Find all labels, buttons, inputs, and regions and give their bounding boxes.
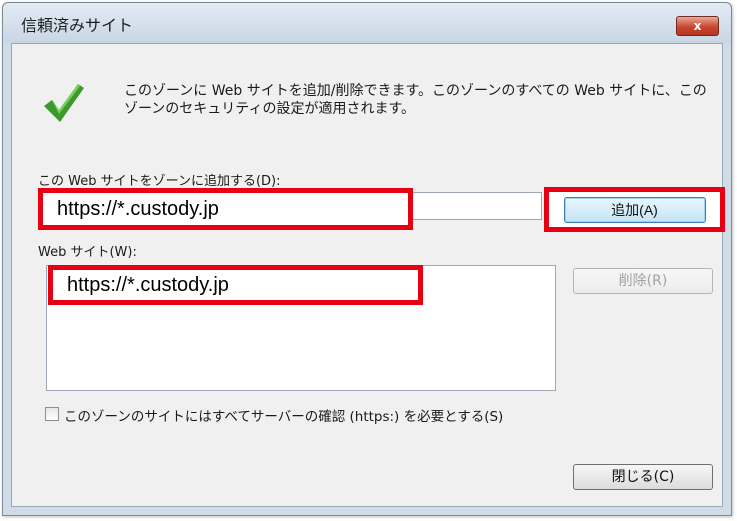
add-site-label: この Web サイトをゾーンに追加する(D): — [38, 174, 281, 189]
web-sites-list-item-text: https://*.custody.jp — [67, 273, 229, 296]
add-button-highlight: 追加(A) — [544, 187, 725, 232]
add-site-input[interactable]: https://*.custody.jp — [38, 188, 413, 230]
add-site-input-value: https://*.custody.jp — [57, 197, 219, 220]
require-https-checkbox[interactable] — [45, 407, 59, 421]
zone-description: このゾーンに Web サイトを追加/削除できます。このゾーンのすべての Web … — [124, 83, 707, 117]
checkmark-icon — [44, 84, 84, 122]
require-https-label[interactable]: このゾーンのサイトにはすべてサーバーの確認 (https:) を必要とする(S) — [64, 405, 503, 425]
close-icon: x — [693, 19, 702, 33]
dialog-body: このゾーンに Web サイトを追加/削除できます。このゾーンのすべての Web … — [11, 43, 725, 507]
add-button-label: 追加(A) — [611, 201, 658, 218]
web-sites-label: Web サイト(W): — [38, 245, 137, 260]
remove-button-label: 削除(R) — [618, 273, 668, 289]
close-button[interactable]: 閉じる(C) — [573, 464, 713, 490]
trusted-sites-dialog: 信頼済みサイト x このゾーンに Web サイトを追加/削除できます。このゾーン… — [2, 2, 732, 516]
close-window-button[interactable]: x — [676, 16, 719, 36]
close-button-label: 閉じる(C) — [611, 469, 675, 485]
add-button[interactable]: 追加(A) — [563, 196, 706, 223]
title-bar[interactable]: 信頼済みサイト x — [3, 3, 731, 43]
web-sites-list-item[interactable]: https://*.custody.jp — [48, 265, 423, 305]
dialog-title: 信頼済みサイト — [21, 16, 134, 35]
remove-button[interactable]: 削除(R) — [573, 268, 713, 294]
